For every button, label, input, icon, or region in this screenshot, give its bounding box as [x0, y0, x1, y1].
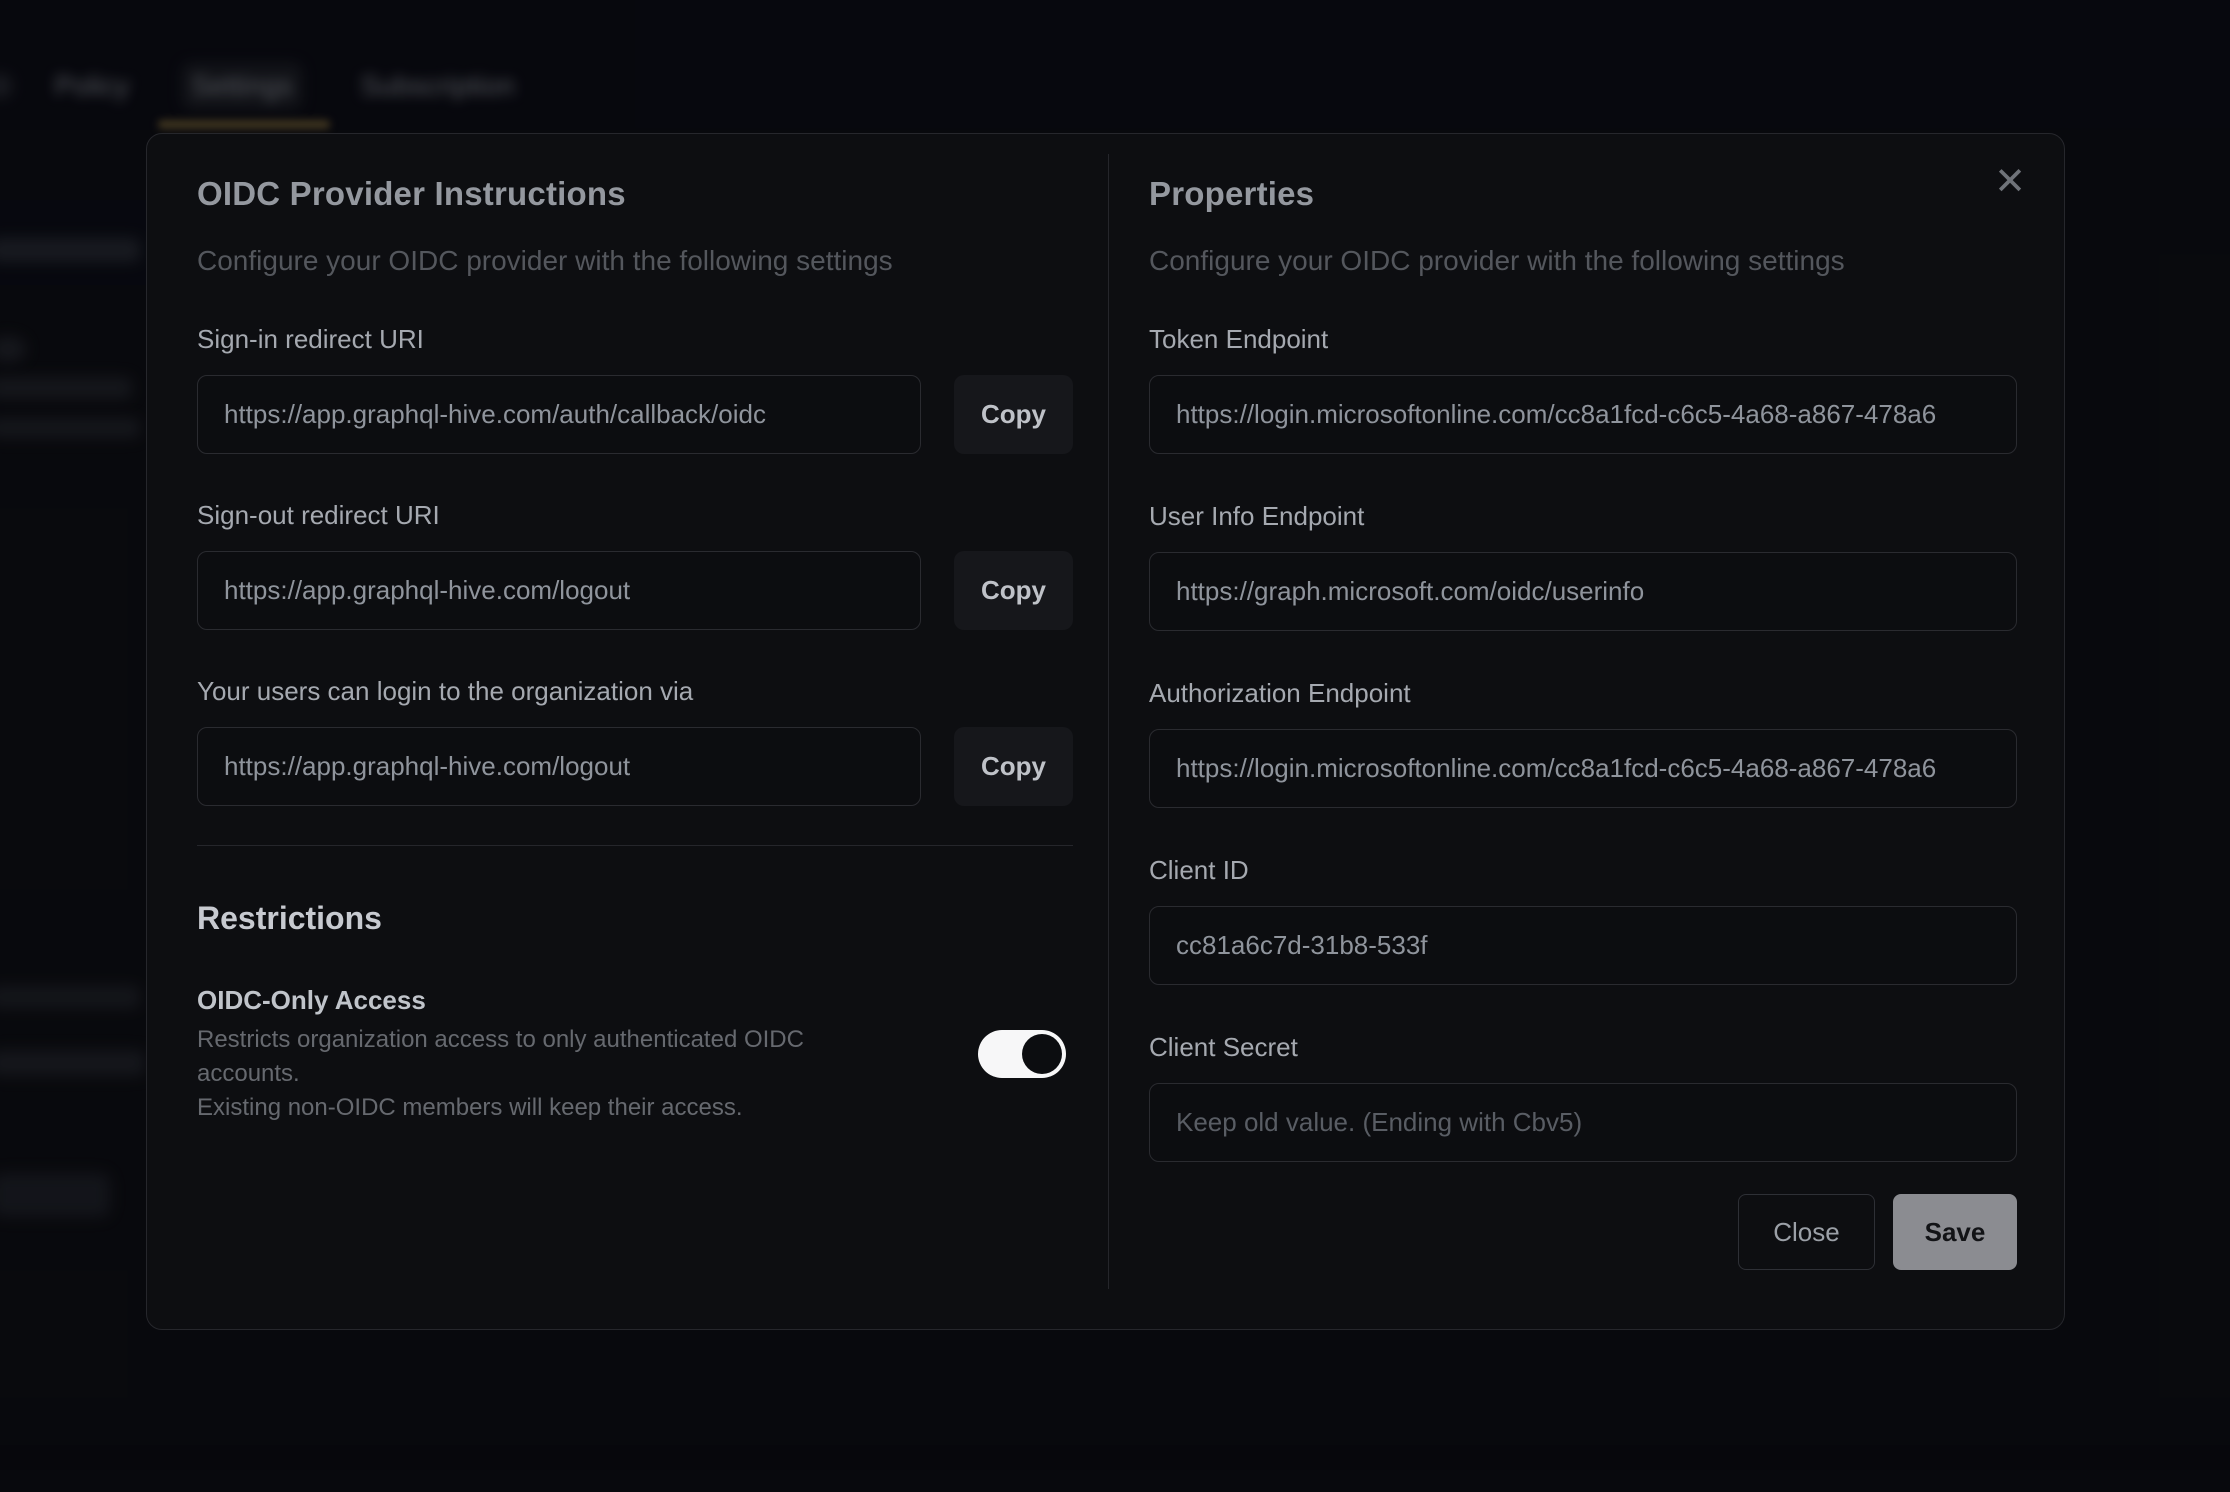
save-button[interactable]: Save	[1893, 1194, 2017, 1270]
client-secret-input[interactable]	[1150, 1084, 2016, 1161]
sign-in-redirect-row: Copy	[197, 375, 1073, 454]
client-id-input[interactable]	[1150, 907, 2016, 984]
client-secret-box	[1149, 1083, 2017, 1162]
oidc-only-access-description-line2: Existing non-OIDC members will keep thei…	[197, 1091, 897, 1125]
token-endpoint-box	[1149, 375, 2017, 454]
oidc-only-access-toggle[interactable]	[978, 1030, 1066, 1078]
login-via-input[interactable]	[198, 728, 920, 805]
user-info-endpoint-label: User Info Endpoint	[1149, 500, 2017, 532]
authorization-endpoint-box	[1149, 729, 2017, 808]
instructions-subtitle: Configure your OIDC provider with the fo…	[197, 244, 1073, 278]
properties-subtitle: Configure your OIDC provider with the fo…	[1149, 244, 2017, 278]
client-id-row	[1149, 906, 2017, 985]
login-via-box	[197, 727, 921, 806]
token-endpoint-row	[1149, 375, 2017, 454]
instructions-title: OIDC Provider Instructions	[197, 174, 1073, 214]
sign-in-redirect-input[interactable]	[198, 376, 920, 453]
token-endpoint-input[interactable]	[1150, 376, 2016, 453]
section-divider	[197, 845, 1073, 846]
user-info-endpoint-row	[1149, 552, 2017, 631]
token-endpoint-label: Token Endpoint	[1149, 323, 2017, 355]
login-via-label: Your users can login to the organization…	[197, 675, 1073, 707]
oidc-only-access-label: OIDC-Only Access	[197, 983, 897, 1017]
client-id-box	[1149, 906, 2017, 985]
copy-login-via-button[interactable]: Copy	[954, 727, 1073, 806]
close-button[interactable]: Close	[1738, 1194, 1875, 1270]
sign-out-redirect-input[interactable]	[198, 552, 920, 629]
copy-sign-out-button[interactable]: Copy	[954, 551, 1073, 630]
toggle-knob	[1022, 1034, 1062, 1074]
oidc-settings-modal: ✕ OIDC Provider Instructions Configure y…	[146, 133, 2065, 1330]
sign-in-redirect-box	[197, 375, 921, 454]
screen: Policy Settings Subscription ✕ OIDC Prov…	[0, 0, 2230, 1492]
properties-title: Properties	[1149, 174, 2017, 214]
oidc-only-access-text: OIDC-Only Access Restricts organization …	[197, 983, 897, 1125]
login-via-row: Copy	[197, 727, 1073, 806]
modal-actions: Close Save	[1149, 1194, 2017, 1270]
copy-sign-in-button[interactable]: Copy	[954, 375, 1073, 454]
client-secret-row	[1149, 1083, 2017, 1162]
sign-out-redirect-box	[197, 551, 921, 630]
sign-out-redirect-row: Copy	[197, 551, 1073, 630]
oidc-only-access-row: OIDC-Only Access Restricts organization …	[197, 983, 1073, 1125]
sign-out-redirect-label: Sign-out redirect URI	[197, 499, 1073, 531]
restrictions-heading: Restrictions	[197, 898, 1073, 938]
client-secret-label: Client Secret	[1149, 1031, 2017, 1063]
column-divider	[1108, 154, 1109, 1289]
sign-in-redirect-label: Sign-in redirect URI	[197, 323, 1073, 355]
authorization-endpoint-input[interactable]	[1150, 730, 2016, 807]
client-id-label: Client ID	[1149, 854, 2017, 886]
user-info-endpoint-input[interactable]	[1150, 553, 2016, 630]
authorization-endpoint-label: Authorization Endpoint	[1149, 677, 2017, 709]
oidc-only-access-description-line1: Restricts organization access to only au…	[197, 1023, 897, 1091]
authorization-endpoint-row	[1149, 729, 2017, 808]
user-info-endpoint-box	[1149, 552, 2017, 631]
properties-column: Properties Configure your OIDC provider …	[1149, 134, 2017, 1270]
instructions-column: OIDC Provider Instructions Configure you…	[197, 134, 1073, 1125]
